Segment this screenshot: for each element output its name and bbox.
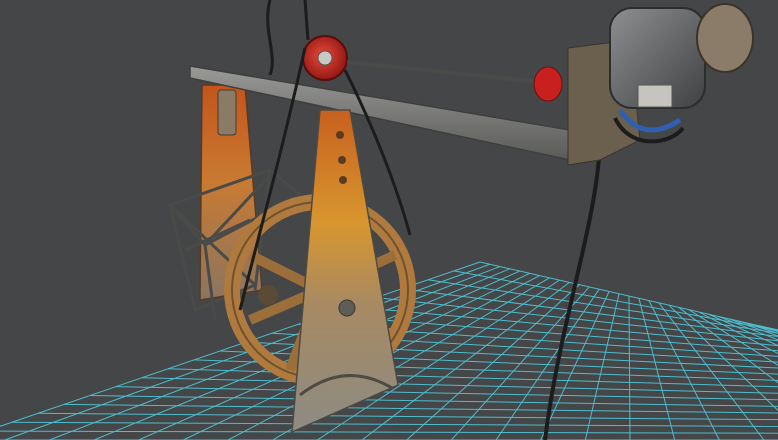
viewport-canvas[interactable]: [0, 0, 778, 440]
grid-line: [37, 412, 778, 421]
electric-motor: [567, 3, 754, 166]
front-support-leg: [291, 109, 399, 434]
grid-line: [0, 430, 778, 434]
grid-line: [758, 324, 778, 332]
grid-line: [11, 421, 778, 427]
3d-viewport[interactable]: [0, 0, 778, 440]
connecting-rod: [346, 60, 563, 102]
grid-line: [63, 403, 778, 414]
grid-line: [167, 368, 778, 388]
red-pulley: [302, 35, 348, 81]
